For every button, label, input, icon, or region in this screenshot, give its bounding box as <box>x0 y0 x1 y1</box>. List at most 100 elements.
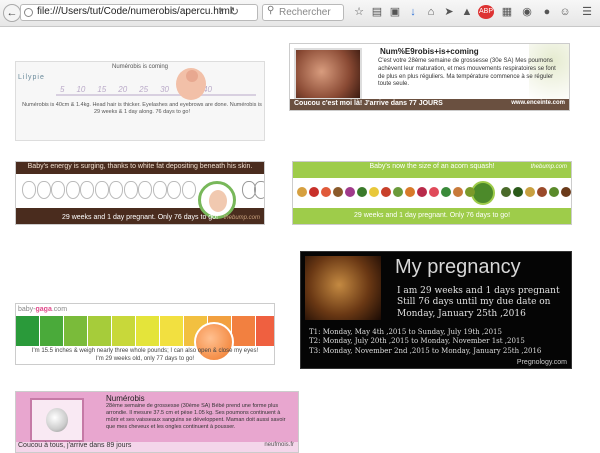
fetus-outline-icon <box>51 181 65 199</box>
fetus-outline-icon <box>167 181 181 199</box>
countdown-text: Coucou à tous, j'arrive dans 89 jours <box>18 442 132 449</box>
url-text: file:///Users/tut/Code/numerobis/apercu.… <box>37 6 233 17</box>
logo-part-b: gaga <box>35 306 52 313</box>
fruit-icon <box>525 187 535 197</box>
size-bar <box>232 316 256 346</box>
thebump-green-ticker[interactable]: Baby's now the size of an acorn squash! … <box>292 161 572 225</box>
site-link[interactable]: www.enceinte.com <box>511 100 565 106</box>
size-line: I'm 15.5 inches & weigh nearly three who… <box>31 348 259 354</box>
menu-icon[interactable]: ☰ <box>580 5 594 19</box>
size-bar <box>256 316 274 346</box>
lilypie-ticker[interactable]: Numérobis is coming Lilypie 510152025303… <box>15 61 265 141</box>
size-bar <box>16 316 40 346</box>
fruit-icon <box>549 187 559 197</box>
countdown-line: I'm 29 weeks old, only 77 days to go! <box>95 355 195 362</box>
reading-list-icon[interactable]: ▤ <box>370 5 384 19</box>
send-icon[interactable]: ➤ <box>442 5 456 19</box>
due-date-line: Monday, January 25th ,2016 <box>397 308 526 319</box>
color-bars <box>16 316 274 362</box>
fetus-outline-icon <box>138 181 152 199</box>
back-button[interactable]: ← <box>3 4 21 22</box>
fruit-icon <box>333 187 343 197</box>
fetus-outline-icon <box>254 181 264 199</box>
babygaga-logo: baby-gaga.com <box>18 306 67 313</box>
emoji-icon[interactable]: ☺ <box>558 5 572 19</box>
pocket-icon[interactable]: ▣ <box>388 5 402 19</box>
ticker-headline: Baby's energy is surging, thanks to whit… <box>27 163 253 170</box>
url-bar[interactable]: file:///Users/tut/Code/numerobis/apercu.… <box>20 4 258 21</box>
fruit-icon <box>513 187 523 197</box>
download-icon[interactable]: ↓ <box>406 5 420 19</box>
fruit-icon <box>345 187 355 197</box>
fetus-outline-icon <box>22 181 36 199</box>
screenshot-icon[interactable]: ▦ <box>500 5 514 19</box>
enceinte-ticker[interactable]: Num%E9robis+is+coming C'est votre 28ème … <box>289 43 570 111</box>
logo-part-c: .com <box>51 306 68 313</box>
adblock-icon[interactable]: ABP <box>478 5 494 19</box>
fruit-icon <box>381 187 391 197</box>
search-placeholder: Rechercher <box>279 7 331 18</box>
fetus-outline-icon <box>94 181 109 199</box>
ticker-text: I'm 15.5 inches & weigh nearly three who… <box>16 348 274 364</box>
trimester-list: T1: Monday, May 4th ,2015 to Sunday, Jul… <box>309 328 541 356</box>
fruit-icon <box>297 187 307 197</box>
chat-icon[interactable]: ◉ <box>520 5 534 19</box>
fruit-icon <box>393 187 403 197</box>
lilypie-logo: Lilypie <box>18 74 45 81</box>
weeks-line: I am 29 weeks and 1 days pregnant <box>397 286 560 296</box>
fruit-icon <box>429 187 439 197</box>
browser-toolbar: ← file:///Users/tut/Code/numerobis/aperc… <box>0 0 600 27</box>
ticker-status: I am 29 weeks and 1 days pregnant Still … <box>397 286 567 320</box>
fruit-strip <box>293 178 571 208</box>
ticker-footer: Coucou à tous, j'arrive dans 89 jours ne… <box>16 442 298 452</box>
ticker-heading: Numérobis <box>106 394 145 403</box>
share-icon[interactable]: ▲ <box>460 5 474 19</box>
fetus-strip <box>16 174 264 219</box>
globe-icon <box>24 8 33 17</box>
reload-icon[interactable]: ↻ <box>230 5 239 18</box>
size-bar <box>160 316 184 346</box>
fruit-icon <box>357 187 367 197</box>
ticker-text: C'est votre 28ème semaine de grossesse (… <box>378 58 556 88</box>
ticker-countdown: 29 weeks and 1 day pregnant. Only 76 day… <box>353 212 511 219</box>
week-number: 10 <box>76 85 86 94</box>
size-bar <box>88 316 112 346</box>
fetus-outline-icon <box>65 181 80 199</box>
fetus-outline-icon <box>152 181 167 199</box>
size-bar <box>136 316 160 346</box>
home-icon[interactable]: ⌂ <box>424 5 438 19</box>
fetus-outline-icon <box>36 181 51 199</box>
search-icon: ⚲ <box>267 5 275 16</box>
thebump-logo: thebump.com <box>223 215 260 221</box>
baby-head-icon <box>186 70 198 82</box>
fruit-icon <box>561 187 571 197</box>
trimester-2: T2: Monday, July 20th ,2015 to Monday, N… <box>309 337 525 346</box>
extension-icon[interactable]: ● <box>540 5 554 19</box>
pregnology-logo: Pregnology.com <box>516 359 567 366</box>
bookmark-star-icon[interactable]: ☆ <box>352 5 366 19</box>
fruit-icon <box>453 187 463 197</box>
chevron-down-icon[interactable]: ▾ <box>218 5 223 16</box>
ultrasound-photo <box>305 256 381 320</box>
logo-part-a: baby- <box>18 306 36 313</box>
fruit-icon <box>417 187 427 197</box>
pregnology-ticker[interactable]: My pregnancy I am 29 weeks and 1 days pr… <box>300 251 572 369</box>
countdown-text: Coucou c'est moi là! J'arrive dans 77 JO… <box>294 100 443 107</box>
ticker-footer: Coucou c'est moi là! J'arrive dans 77 JO… <box>290 99 569 110</box>
neufmois-ticker[interactable]: Numérobis 28ème semaine de grossesse (30… <box>15 391 299 453</box>
fruit-icon <box>501 187 511 197</box>
ultrasound-photo <box>30 398 84 442</box>
babygaga-ticker[interactable]: baby-gaga.com I'm 15.5 inches & weigh ne… <box>15 303 275 365</box>
timeline-bar <box>56 94 256 96</box>
fruit-icon <box>369 187 379 197</box>
search-input[interactable]: ⚲ Rechercher <box>262 4 344 21</box>
fruit-icon <box>309 187 319 197</box>
fruit-icon <box>465 187 475 197</box>
fruit-icon <box>321 187 331 197</box>
ticker-title: My pregnancy <box>395 256 521 278</box>
fetus-outline-icon <box>181 181 196 199</box>
fruit-icon <box>405 187 415 197</box>
thebump-brown-ticker[interactable]: Baby's energy is surging, thanks to whit… <box>15 161 265 225</box>
site-link[interactable]: neufmois.fr <box>264 442 294 448</box>
fruit-icon <box>537 187 547 197</box>
